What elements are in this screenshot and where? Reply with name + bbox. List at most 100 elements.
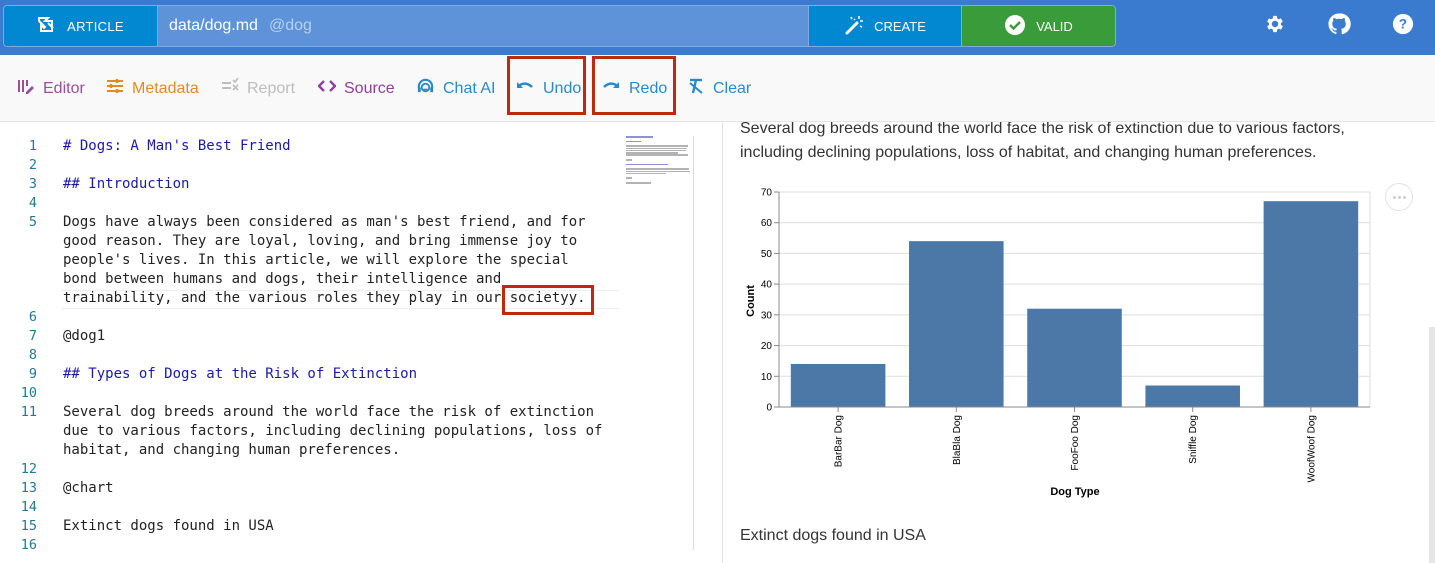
bar[interactable] — [790, 364, 886, 407]
minimap-line — [626, 154, 688, 156]
line-text: bond between humans and dogs, their inte… — [63, 271, 502, 287]
redo-button[interactable]: Redo — [601, 55, 667, 122]
editor-line[interactable]: 3 ## Introduction — [0, 175, 620, 194]
metadata-tab[interactable]: Metadata — [106, 55, 199, 122]
x-tick-label: FooFoo Dog — [1070, 415, 1081, 471]
editor-tab[interactable]: Editor — [17, 55, 85, 122]
editor-line[interactable]: 1 # Dogs: A Man's Best Friend — [0, 137, 620, 156]
magic-wand-icon — [844, 14, 866, 39]
chart-actions-menu-button[interactable] — [1385, 183, 1413, 211]
file-path: data/dog.md — [169, 17, 258, 34]
editor-line[interactable]: people's lives. In this article, we will… — [0, 251, 620, 270]
clear-label: Clear — [713, 79, 752, 97]
editor-icon — [17, 77, 35, 100]
editor-line[interactable]: 5 Dogs have always been considered as man… — [0, 213, 620, 232]
line-number: 16 — [20, 537, 37, 553]
editor-line[interactable]: good reason. They are loyal, loving, and… — [0, 232, 620, 251]
source-tab[interactable]: Source — [317, 55, 395, 122]
line-number: 14 — [20, 499, 37, 515]
redo-label: Redo — [629, 79, 668, 97]
y-tick-label: 20 — [761, 341, 773, 352]
y-tick-label: 60 — [761, 218, 773, 229]
line-text: Several dog breeds around the world face… — [63, 404, 595, 420]
line-number: 8 — [28, 347, 37, 363]
valid-button[interactable]: VALID — [961, 6, 1115, 46]
editor-line[interactable]: 13 @chart — [0, 479, 620, 498]
article-icon — [37, 16, 57, 37]
editor-line[interactable]: 12 — [0, 460, 620, 479]
editor-line[interactable]: 2 — [0, 156, 620, 175]
editor-line[interactable]: 10 — [0, 384, 620, 403]
minimap-line — [626, 152, 678, 154]
minimap-line — [626, 149, 686, 152]
x-tick-label: WoofWoof Dog — [1306, 415, 1317, 482]
editor-line[interactable]: bond between humans and dogs, their inte… — [0, 270, 620, 289]
minimap-line — [626, 168, 689, 170]
dog-type-bar-chart: 0 10 20 30 40 50 60 70 BarBar Dog BlaBla Dog FooF… — [745, 188, 1371, 498]
help-icon[interactable]: ? — [1391, 12, 1415, 36]
article-label: ARTICLE — [67, 18, 124, 34]
minimap-line — [626, 172, 666, 175]
sliders-icon — [106, 77, 124, 100]
file-path-field[interactable]: data/dog.md @dog — [158, 6, 808, 46]
headset-icon — [416, 77, 435, 101]
x-tick-label: Sniffle Dog — [1188, 415, 1199, 464]
line-number: 1 — [28, 138, 37, 154]
undo-button[interactable]: Undo — [515, 55, 581, 122]
line-text: trainability, and the various roles they… — [63, 290, 586, 306]
editor-line[interactable]: 8 — [0, 346, 620, 365]
preview-paragraph: Several dog breeds around the world face… — [740, 122, 1345, 161]
preview-paragraph: Extinct dogs found in USA — [740, 527, 926, 544]
github-icon[interactable] — [1327, 12, 1351, 36]
article-button[interactable]: ARTICLE — [4, 6, 158, 46]
editor-line[interactable]: trainability, and the various roles they… — [0, 289, 620, 308]
clear-button[interactable]: Clear — [687, 55, 751, 122]
line-number: 5 — [28, 214, 37, 230]
editor-line[interactable]: 9 ## Types of Dogs at the Risk of Extinct… — [0, 365, 620, 384]
source-label: Source — [344, 79, 395, 97]
editor-line[interactable]: 4 — [0, 194, 620, 213]
line-text: ## Introduction — [63, 176, 190, 192]
bar[interactable] — [909, 241, 1004, 407]
settings-gear-icon[interactable] — [1263, 12, 1287, 36]
editor-line[interactable]: habitat, and changing human preferences. — [0, 441, 620, 460]
create-button[interactable]: CREATE — [808, 6, 961, 46]
y-tick-label: 30 — [761, 310, 773, 321]
line-text: @dog1 — [63, 328, 106, 344]
line-text: habitat, and changing human preferences. — [63, 442, 401, 458]
y-tick-label: 70 — [761, 188, 773, 199]
line-text: Extinct dogs found in USA — [63, 518, 274, 534]
check-circle-icon — [1004, 14, 1026, 39]
line-number: 3 — [28, 176, 37, 192]
code-brackets-icon — [317, 79, 337, 98]
editor-line[interactable]: 16 — [0, 536, 620, 555]
report-tab[interactable]: Report — [221, 55, 295, 122]
y-tick-label: 40 — [761, 280, 773, 291]
line-number: 11 — [20, 404, 37, 420]
minimap-line — [626, 140, 641, 143]
editor-label: Editor — [43, 79, 85, 97]
clear-format-icon — [687, 77, 705, 100]
bar[interactable] — [1145, 385, 1240, 408]
markdown-editor[interactable]: 1 # Dogs: A Man's Best Friend 2 3 ## Introdu… — [0, 122, 694, 563]
editor-line[interactable]: 14 — [0, 498, 620, 517]
y-tick-label: 10 — [761, 372, 773, 383]
header-button-group: ARTICLE data/dog.md @dog CREATE VALID — [3, 5, 1116, 47]
editor-line[interactable]: 15 Extinct dogs found in USA — [0, 517, 620, 536]
minimap-line — [626, 177, 632, 179]
editor-line[interactable]: due to various factors, including declin… — [0, 422, 620, 441]
article-preview: Several dog breeds around the world face… — [723, 122, 1435, 563]
bar[interactable] — [1027, 308, 1122, 407]
bar[interactable] — [1263, 201, 1359, 407]
y-tick-label: 0 — [766, 403, 772, 414]
editor-line[interactable]: 11 Several dog breeds around the world fa… — [0, 403, 620, 422]
preview-scrollbar[interactable] — [1429, 327, 1435, 563]
y-axis-title: Count — [745, 285, 757, 317]
chat-ai-tab[interactable]: Chat AI — [416, 55, 495, 122]
undo-label: Undo — [543, 79, 582, 97]
editor-minimap[interactable] — [624, 136, 694, 196]
editor-line[interactable]: 6 — [0, 308, 620, 327]
editor-line[interactable]: 7 @dog1 — [0, 327, 620, 346]
editor-scrollbar[interactable] — [693, 136, 694, 550]
line-text: @chart — [63, 480, 114, 496]
